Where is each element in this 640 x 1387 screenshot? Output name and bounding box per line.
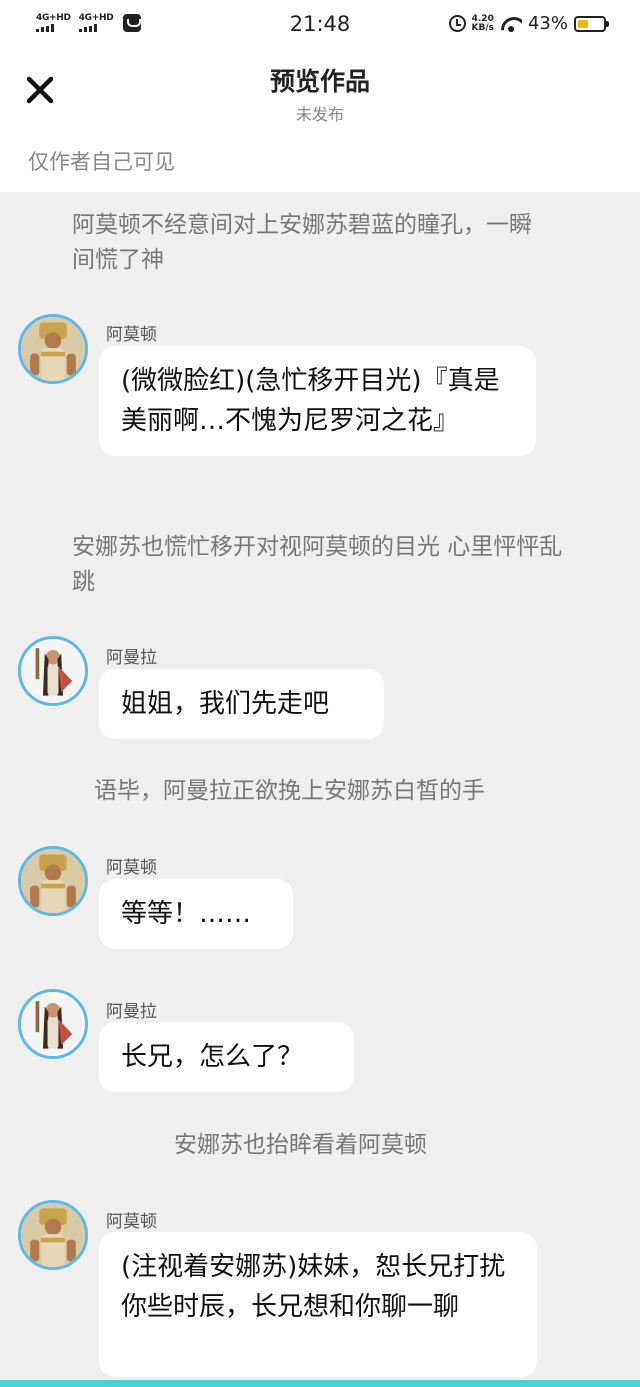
- message-bubble[interactable]: (注视着安娜苏)妹妹，恕长兄打扰你些时辰，长兄想和你聊一聊: [99, 1232, 537, 1377]
- avatar-amoton[interactable]: [18, 314, 88, 384]
- avatar-amoton[interactable]: [18, 1200, 88, 1270]
- battery-percent: 43%: [527, 13, 568, 34]
- avatar-amanla-image: [21, 992, 85, 1056]
- publish-status: 未发布: [295, 105, 344, 124]
- battery-icon: [574, 15, 609, 32]
- narration: 安娜苏也慌忙移开对视阿莫顿的目光 心里怦怦乱跳: [72, 534, 563, 595]
- wifi-icon: [500, 16, 522, 32]
- bottom-bar: [0, 1380, 640, 1387]
- message-bubble[interactable]: 姐姐，我们先走吧: [99, 669, 384, 739]
- network-speed: 4.20 KB/s: [471, 14, 494, 33]
- speaker-name: 阿曼拉: [106, 648, 157, 668]
- status-right: 4.20 KB/s 43%: [448, 13, 609, 34]
- battery-fill: [578, 19, 589, 28]
- speaker-name: 阿莫顿: [106, 858, 157, 878]
- speed-unit: KB/s: [471, 22, 494, 33]
- message-bubble[interactable]: 等等！……: [99, 879, 293, 949]
- narration: 语毕，阿曼拉正欲挽上安娜苏白皙的手: [94, 778, 485, 804]
- message-bubble[interactable]: (微微脸红)(急忙移开目光)『真是美丽啊…不愧为尼罗河之花』: [99, 346, 536, 456]
- speaker-name: 阿曼拉: [106, 1002, 157, 1022]
- header: 预览作品 未发布 仅作者自己可见: [0, 50, 640, 192]
- avatar-amoton-image: [21, 849, 85, 913]
- narration: 安娜苏也抬眸看着阿莫顿: [174, 1132, 427, 1158]
- avatar-amoton-image: [21, 1203, 85, 1267]
- message-bubble[interactable]: 长兄，怎么了？: [99, 1022, 354, 1092]
- avatar-amanla-image: [21, 639, 85, 703]
- visibility-note: 仅作者自己可见: [28, 150, 175, 174]
- alarm-icon: [448, 15, 466, 32]
- avatar-amoton-image: [21, 317, 85, 381]
- avatar-amanla[interactable]: [18, 989, 88, 1059]
- avatar-amanla[interactable]: [18, 636, 88, 706]
- status-bar: 4G+HD 4G+HD 21:48 4.20 KB/s 43%: [0, 0, 640, 50]
- page-title: 预览作品: [269, 67, 370, 96]
- speaker-name: 阿莫顿: [106, 1212, 157, 1232]
- speaker-name: 阿莫顿: [106, 325, 157, 345]
- avatar-amoton[interactable]: [18, 846, 88, 916]
- narration: 阿莫顿不经意间对上安娜苏碧蓝的瞳孔，一瞬间慌了神: [72, 212, 532, 273]
